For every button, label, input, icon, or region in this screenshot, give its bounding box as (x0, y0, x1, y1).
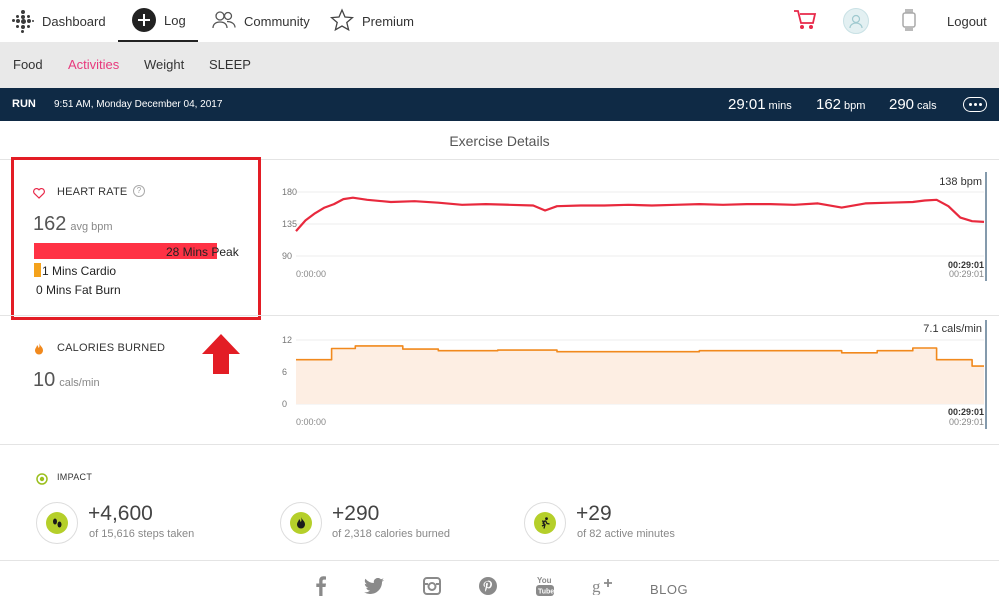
activity-cals: 290 cals (889, 96, 937, 113)
facebook-icon[interactable] (312, 572, 330, 600)
nav-community-label: Community (244, 13, 310, 29)
fitbit-logo-icon (12, 10, 34, 33)
current-rate-label: 7.1 cals/min (923, 323, 982, 335)
nav-premium[interactable]: Premium (329, 0, 415, 42)
nav-community[interactable]: Community (212, 0, 310, 42)
row-divider (0, 444, 999, 445)
flame-small-icon (34, 342, 44, 360)
y-tick-label: 0 (282, 399, 287, 409)
activity-datetime: 9:51 AM, Monday December 04, 2017 (54, 99, 223, 110)
nav-log[interactable]: Log (118, 0, 198, 42)
sub-nav: Food Activities Weight SLEEP (0, 42, 999, 88)
google-plus-icon[interactable]: g (591, 572, 615, 600)
x-start-label: 0:00:00 (296, 269, 326, 279)
impact-minutes-value: +29 (576, 502, 612, 525)
y-tick-label: 12 (282, 335, 292, 345)
calories-avg: 10 cals/min (33, 369, 100, 391)
nav-dashboard-label: Dashboard (42, 13, 106, 29)
heart-rate-line (295, 196, 985, 232)
youtube-icon[interactable]: You Tube (534, 572, 556, 600)
section-title: Exercise Details (0, 122, 999, 160)
activity-duration: 29:01 mins (728, 96, 792, 113)
footsteps-icon (36, 502, 78, 544)
twitter-icon[interactable] (363, 572, 385, 600)
impact-minutes-sub: of 82 active minutes (577, 528, 675, 540)
cart-icon (793, 9, 817, 34)
y-tick-label: 180 (282, 187, 297, 197)
highlight-box (11, 157, 261, 320)
community-icon (212, 10, 236, 33)
impact-steps-sub: of 15,616 steps taken (89, 528, 195, 540)
watch-icon (901, 8, 917, 35)
runner-icon (524, 502, 566, 544)
more-options-button[interactable] (963, 97, 987, 112)
activity-bpm: 162 bpm (816, 96, 866, 113)
svg-text:Tube: Tube (538, 589, 554, 596)
x-end-label-secondary: 00:29:01 (949, 269, 984, 279)
avatar-button[interactable] (843, 0, 869, 42)
current-rate-label: 138 bpm (939, 176, 982, 188)
footer-divider (0, 560, 999, 561)
impact-target-icon (36, 472, 48, 490)
impact-steps-value: +4,600 (88, 502, 153, 525)
x-end-label: 00:29:01 (948, 407, 984, 417)
pinterest-icon[interactable] (477, 572, 499, 600)
impact-calories-sub: of 2,318 calories burned (332, 528, 451, 540)
tab-weight[interactable]: Weight (144, 42, 184, 88)
calories-area-fill (296, 345, 984, 404)
svg-text:You: You (537, 576, 552, 585)
device-button[interactable] (901, 0, 917, 42)
activity-type: RUN (12, 98, 36, 110)
instagram-icon[interactable] (421, 572, 443, 600)
red-arrow-up-icon (202, 334, 240, 379)
plus-circle-icon (132, 8, 156, 32)
top-nav: Dashboard Log Community Premium Logout (0, 0, 999, 42)
impact-calories-value: +290 (332, 502, 380, 525)
exercise-charts: 18013590138 bpm0:00:0000:29:0100:29:0112… (282, 172, 987, 429)
nav-premium-label: Premium (362, 13, 415, 29)
y-tick-label: 90 (282, 251, 292, 261)
cart-button[interactable] (793, 0, 817, 42)
nav-log-label: Log (164, 12, 186, 28)
svg-text:g: g (592, 577, 601, 595)
impact-title: IMPACT (57, 472, 93, 482)
activity-header-bar: RUN 9:51 AM, Monday December 04, 2017 29… (0, 88, 999, 121)
x-end-label-secondary: 00:29:01 (949, 417, 984, 427)
star-icon (329, 7, 355, 35)
tab-food[interactable]: Food (13, 42, 43, 88)
logout-link[interactable]: Logout (947, 0, 987, 42)
nav-dashboard[interactable]: Dashboard (12, 0, 106, 42)
calories-label: CALORIES BURNED (57, 342, 166, 354)
tab-activities[interactable]: Activities (68, 42, 119, 88)
y-tick-label: 135 (282, 219, 297, 229)
flame-icon (280, 502, 322, 544)
y-tick-label: 6 (282, 367, 287, 377)
tab-sleep[interactable]: SLEEP (209, 42, 251, 88)
x-start-label: 0:00:00 (296, 417, 326, 427)
blog-link[interactable]: BLOG (650, 582, 688, 597)
avatar (843, 8, 869, 34)
